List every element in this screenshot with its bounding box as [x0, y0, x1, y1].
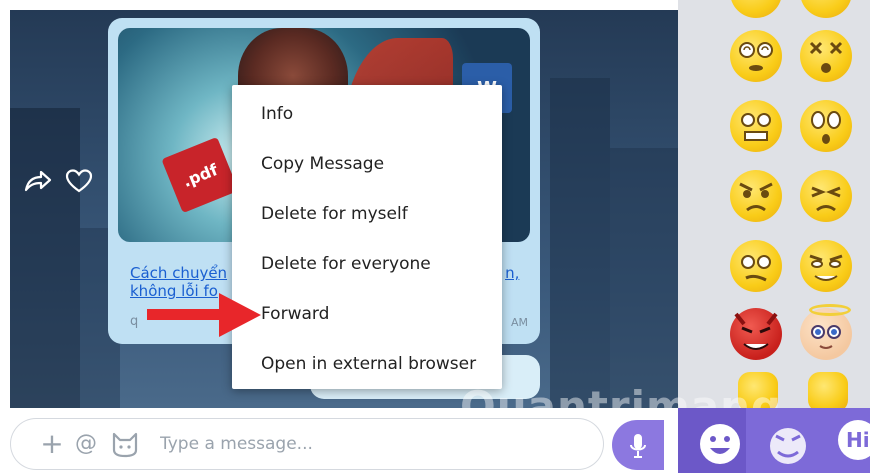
emoji-confused-icon[interactable] [730, 240, 782, 292]
tab-smile-icon[interactable] [694, 418, 746, 470]
emoji-smug-icon[interactable] [800, 240, 852, 292]
emoji-grimace-icon[interactable] [730, 100, 782, 152]
emoji-partial-top-right-icon[interactable] [800, 0, 852, 18]
mention-icon[interactable]: @ [74, 431, 98, 457]
background-building [550, 78, 610, 408]
background-building [610, 148, 678, 408]
red-arrow-annotation [147, 293, 261, 337]
emoji-partial-top-left-icon[interactable] [730, 0, 782, 18]
emoji-category-bar: Hi [678, 408, 870, 473]
emoji-dizzy-icon[interactable] [730, 30, 782, 82]
menu-item-delete-for-everyone[interactable]: Delete for everyone [232, 239, 502, 289]
menu-item-info[interactable]: Info [232, 89, 502, 139]
emoji-angry-icon[interactable] [730, 170, 782, 222]
sender-name: q [130, 314, 139, 329]
plus-icon[interactable]: + [40, 430, 64, 458]
microphone-icon [630, 434, 646, 458]
emoji-panel [678, 0, 870, 408]
message-time: AM [510, 316, 528, 329]
link-text-end[interactable]: n, [505, 264, 519, 282]
tab-sticker-face-icon[interactable] [762, 418, 814, 470]
emoji-frustrated-icon[interactable] [800, 170, 852, 222]
emoji-devil-icon[interactable] [730, 308, 782, 360]
forward-icon[interactable] [22, 168, 52, 194]
link-text-start[interactable]: Cách chuyển [130, 264, 227, 282]
background-building [10, 108, 80, 408]
menu-item-copy-message[interactable]: Copy Message [232, 139, 502, 189]
message-input[interactable] [160, 428, 580, 460]
emoji-dead-icon[interactable] [800, 30, 852, 82]
emoji-thumbs-up-icon[interactable] [808, 372, 848, 408]
context-menu: Info Copy Message Delete for myself Dele… [232, 85, 502, 389]
tab-hi-sticker[interactable]: Hi [838, 420, 870, 460]
message-composer: + @ [10, 418, 604, 470]
sticker-cat-icon[interactable] [110, 430, 140, 458]
menu-item-delete-for-myself[interactable]: Delete for myself [232, 189, 502, 239]
heart-icon[interactable] [64, 168, 94, 194]
menu-item-forward[interactable]: Forward [232, 289, 502, 339]
voice-record-button[interactable] [612, 420, 664, 470]
angel-halo-icon [809, 304, 851, 316]
pdf-file-icon: .pdf [161, 136, 239, 214]
emoji-surprised-icon[interactable] [800, 100, 852, 152]
